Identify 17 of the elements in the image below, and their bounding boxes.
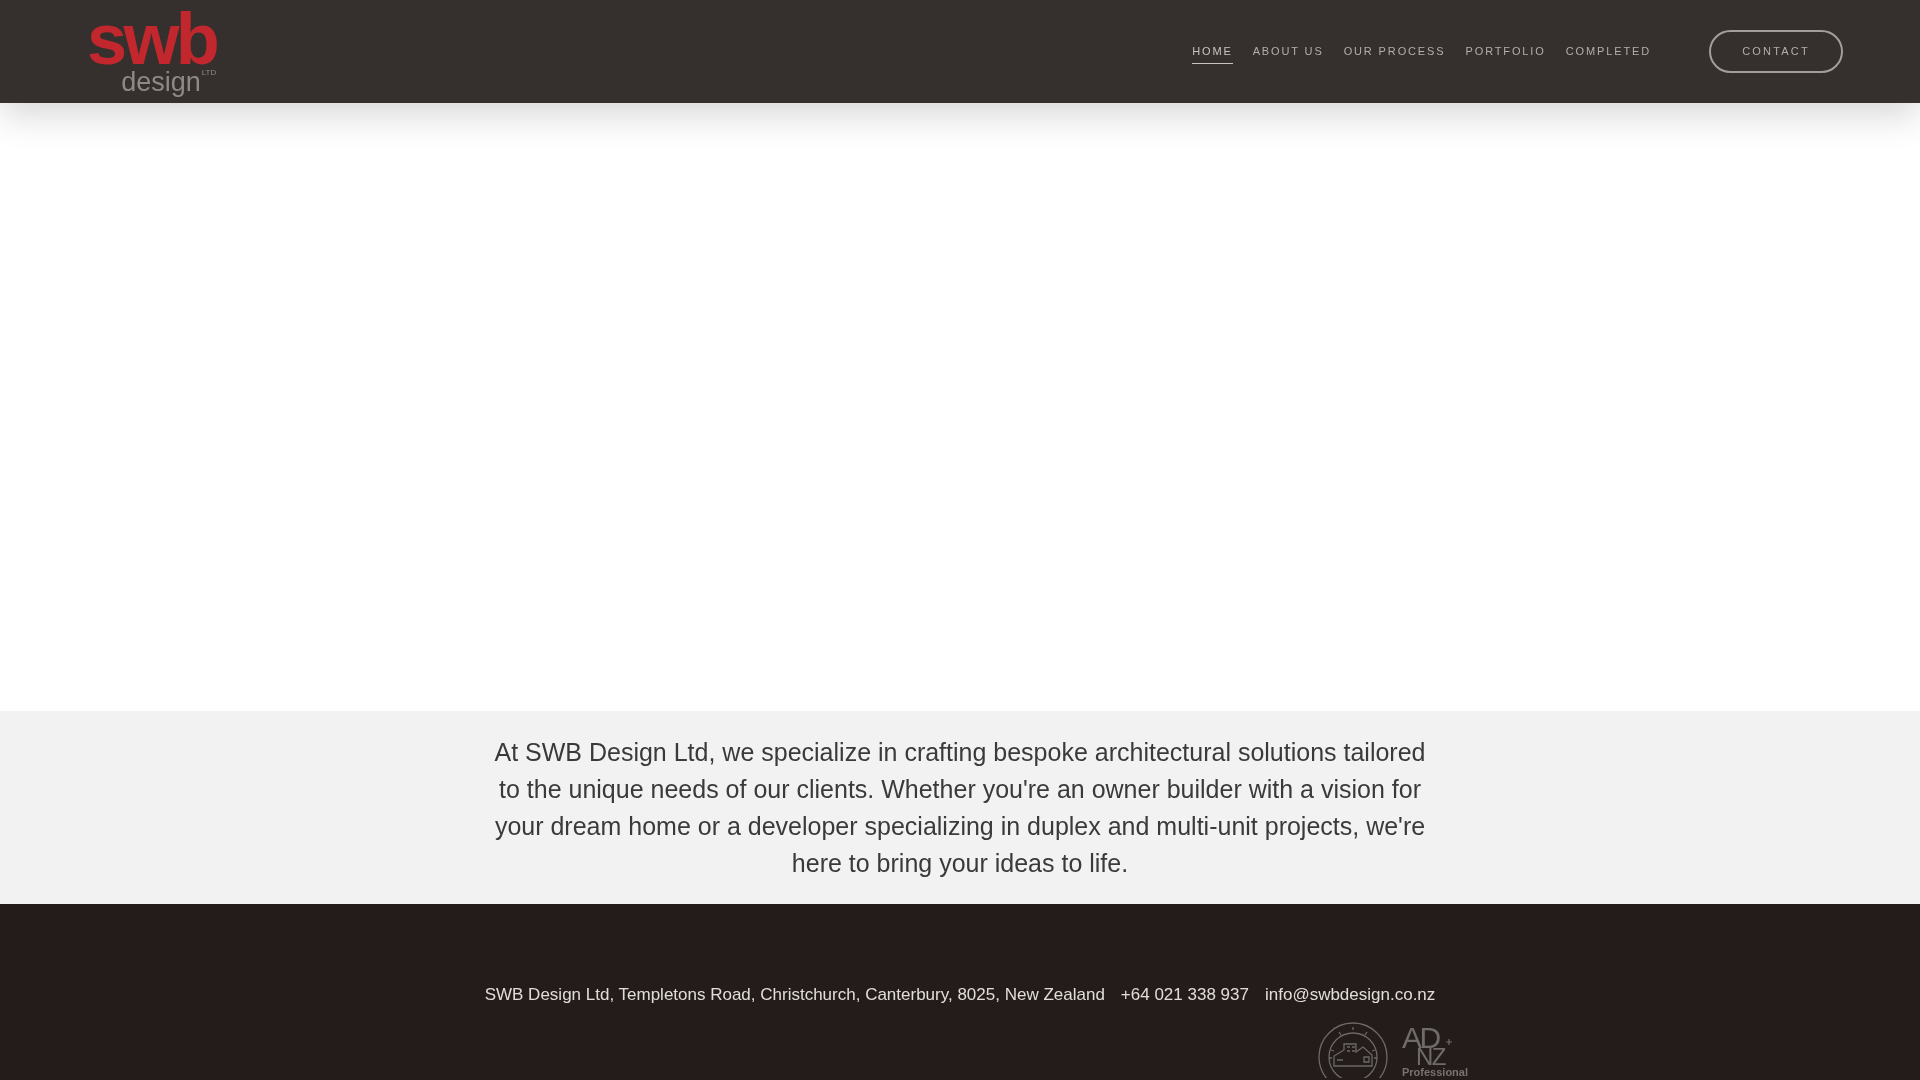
contact-button[interactable]: CONTACT — [1709, 30, 1843, 73]
footer-phone-link[interactable]: +64 021 338 937 — [1120, 982, 1249, 1008]
nav-link[interactable]: PORTFOLIO — [1465, 43, 1546, 64]
badge-logo-text: NZ — [1415, 1047, 1446, 1065]
nav-link[interactable]: COMPLETED — [1565, 43, 1651, 64]
nav-link[interactable]: HOME — [1192, 43, 1233, 64]
plus-icon — [1446, 1038, 1453, 1045]
footer-address: SWB Design Ltd, Templetons Road, Christchurch, Canterbury, 8025, New Zealand — [484, 984, 1105, 1006]
logo-suffix: LTD — [201, 68, 217, 77]
house-emblem-icon — [1317, 1021, 1388, 1078]
nav-link[interactable]: ABOUT US — [1252, 43, 1324, 64]
intro-paragraph: At SWB Design Ltd, we specialize in crafting bespoke architectural solutions tailored to the unique needs of our clients. Whether you're an owner builder with a vision for your dream home or a developer specializing in duplex and multi-unit projects, we're here to bring your ideas to life. — [493, 736, 1427, 879]
nav-link[interactable]: OUR PROCESS — [1343, 43, 1446, 64]
badge-caption: Professional — [1401, 1065, 1468, 1078]
footer-email-link[interactable]: info@swbdesign.co.nz — [1264, 982, 1436, 1008]
logo-subtitle: design — [121, 67, 201, 96]
badge-logo-text: AD — [1401, 1026, 1440, 1048]
